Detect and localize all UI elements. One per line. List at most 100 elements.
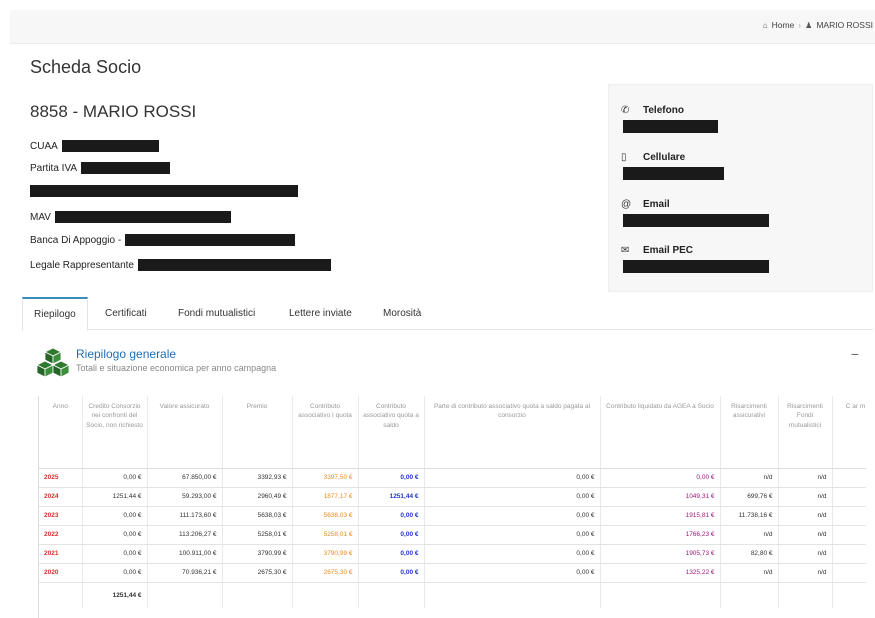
tab-fondi-mutualistici[interactable]: Fondi mutualistici xyxy=(167,297,266,330)
table-total-row: 1251,44 € xyxy=(39,582,866,608)
table-cell: 0,00 € xyxy=(82,525,148,545)
table-cell: 0,00 € xyxy=(600,468,721,488)
table-cell: 2025 xyxy=(39,468,83,488)
contact-label: Email PEC xyxy=(643,245,694,256)
column-header[interactable]: Risarcimenti Fondi mutualistici xyxy=(778,396,833,469)
table-cell: 0,00 € xyxy=(82,544,148,564)
table-cell: 2675,30 € xyxy=(292,563,359,583)
field-banca: Banca Di Appoggio - xyxy=(30,234,296,246)
redacted-value xyxy=(623,120,718,133)
total-cell xyxy=(600,582,721,608)
table-cell xyxy=(832,506,866,526)
panel-title: Riepilogo generale xyxy=(76,347,177,361)
table-cell xyxy=(832,468,866,488)
contact-email-pec: ✉ Email PEC xyxy=(621,245,769,278)
table-cell: 5258,01 € xyxy=(292,525,359,545)
summary-table-wrapper: Anno Credito Consorzio nei confronti del … xyxy=(38,396,866,618)
total-cell xyxy=(39,582,83,608)
table-cell: 59.293,00 € xyxy=(147,487,223,507)
column-header[interactable]: C ar m xyxy=(832,396,866,469)
table-cell: 3397,50 € xyxy=(292,468,359,488)
user-icon: ♟ xyxy=(805,20,813,30)
envelope-icon: ✉ xyxy=(621,245,630,256)
total-cell xyxy=(778,582,833,608)
table-cell: 2675,30 € xyxy=(222,563,293,583)
table-cell: 70.936,21 € xyxy=(147,563,223,583)
table-body: 2025 0,00 €67.850,00 €3392,93 €3397,50 €0… xyxy=(39,468,866,608)
field-label: Legale Rappresentante xyxy=(30,259,134,271)
table-cell: n/d xyxy=(778,563,833,583)
table-cell: 2023 xyxy=(39,506,83,526)
table-cell: n/d xyxy=(720,525,779,545)
table-cell xyxy=(832,487,866,507)
column-header[interactable]: Risarcimenti assicurativi xyxy=(720,396,779,469)
table-cell: 0,00 € xyxy=(358,563,425,583)
redacted-value xyxy=(81,162,171,174)
mobile-icon: ▯ xyxy=(621,152,627,163)
total-cell xyxy=(358,582,425,608)
total-cell xyxy=(424,582,601,608)
table-cell: 1049,31 € xyxy=(600,487,721,507)
column-header[interactable]: Anno xyxy=(39,396,83,469)
at-icon: @ xyxy=(621,199,632,210)
table-cell: 3790,99 € xyxy=(222,544,293,564)
table-cell: n/d xyxy=(778,468,833,488)
table-cell: 0,00 € xyxy=(358,506,425,526)
table-cell: 2022 xyxy=(39,525,83,545)
table-row: 2023 0,00 €111.173,60 €5638,03 €5638,03 €… xyxy=(39,506,866,526)
column-header[interactable]: Contributo liquidato da AGEA a Socio xyxy=(600,396,721,469)
field-label: CUAA xyxy=(30,140,58,152)
total-cell xyxy=(222,582,293,608)
table-cell: 1877,17 € xyxy=(292,487,359,507)
table-cell: 1915,81 € xyxy=(600,506,721,526)
column-header[interactable]: Contributo associativo quota a saldo xyxy=(358,396,425,469)
table-cell: 1251,44 € xyxy=(358,487,425,507)
tab-certificati[interactable]: Certificati xyxy=(94,297,158,330)
table-cell: 1905,73 € xyxy=(600,544,721,564)
tab-morosita[interactable]: Morosità xyxy=(372,297,432,330)
socio-title: 8858 - MARIO ROSSI xyxy=(30,102,197,121)
redacted-value xyxy=(623,167,724,180)
table-cell: 2020 xyxy=(39,563,83,583)
contact-telefono: ✆ Telefono xyxy=(621,105,718,138)
table-cell xyxy=(832,563,866,583)
redacted-value xyxy=(623,214,769,227)
table-cell: 100.911,00 € xyxy=(147,544,223,564)
total-cell xyxy=(832,582,866,608)
field-label: Partita IVA xyxy=(30,162,78,174)
panel-header: Riepilogo generale Totali e situazione e… xyxy=(36,342,873,387)
table-cell: 1251,44 € xyxy=(82,487,148,507)
breadcrumb-home[interactable]: Home xyxy=(772,20,795,30)
table-cell: 111.173,60 € xyxy=(147,506,223,526)
field-label: Banca Di Appoggio - xyxy=(30,234,122,246)
tab-riepilogo[interactable]: Riepilogo xyxy=(22,297,88,331)
collapse-button[interactable]: − xyxy=(851,346,859,362)
table-cell: 1325,22 € xyxy=(600,563,721,583)
field-mav: MAV xyxy=(30,211,231,223)
table-cell: n/d xyxy=(778,544,833,564)
field-partita-iva: Partita IVA xyxy=(30,162,171,174)
total-cell xyxy=(720,582,779,608)
table-cell: 0,00 € xyxy=(82,468,148,488)
table-row: 2020 0,00 €70.936,21 €2675,30 €2675,30 €0… xyxy=(39,563,866,583)
table-cell: 0,00 € xyxy=(424,525,601,545)
column-header[interactable]: Credito Consorzio nei confronti del Soci… xyxy=(82,396,148,469)
table-row: 2021 0,00 €100.911,00 €3790,99 €3790,99 €… xyxy=(39,544,866,564)
column-header[interactable]: Premio xyxy=(222,396,293,469)
column-header[interactable]: Contributo associativo I quota xyxy=(292,396,359,469)
table-cell: n/d xyxy=(778,525,833,545)
phone-icon: ✆ xyxy=(621,105,630,116)
table-cell: 5258,01 € xyxy=(222,525,293,545)
tab-lettere-inviate[interactable]: Lettere inviate xyxy=(278,297,363,330)
field-label: MAV xyxy=(30,211,51,223)
table-row: 2022 0,00 €113.206,27 €5258,01 €5258,01 €… xyxy=(39,525,866,545)
panel-subtitle: Totali e situazione economica per anno c… xyxy=(76,363,277,373)
table-cell: 82,80 € xyxy=(720,544,779,564)
table-cell: 699,76 € xyxy=(720,487,779,507)
table-cell: 2021 xyxy=(39,544,83,564)
column-header[interactable]: Valore assicurato xyxy=(147,396,223,469)
column-header[interactable]: Parte di contributo associativo quota a … xyxy=(424,396,601,469)
table-cell: 0,00 € xyxy=(358,468,425,488)
page-title: Scheda Socio xyxy=(30,57,142,77)
table-cell: 5638,03 € xyxy=(222,506,293,526)
